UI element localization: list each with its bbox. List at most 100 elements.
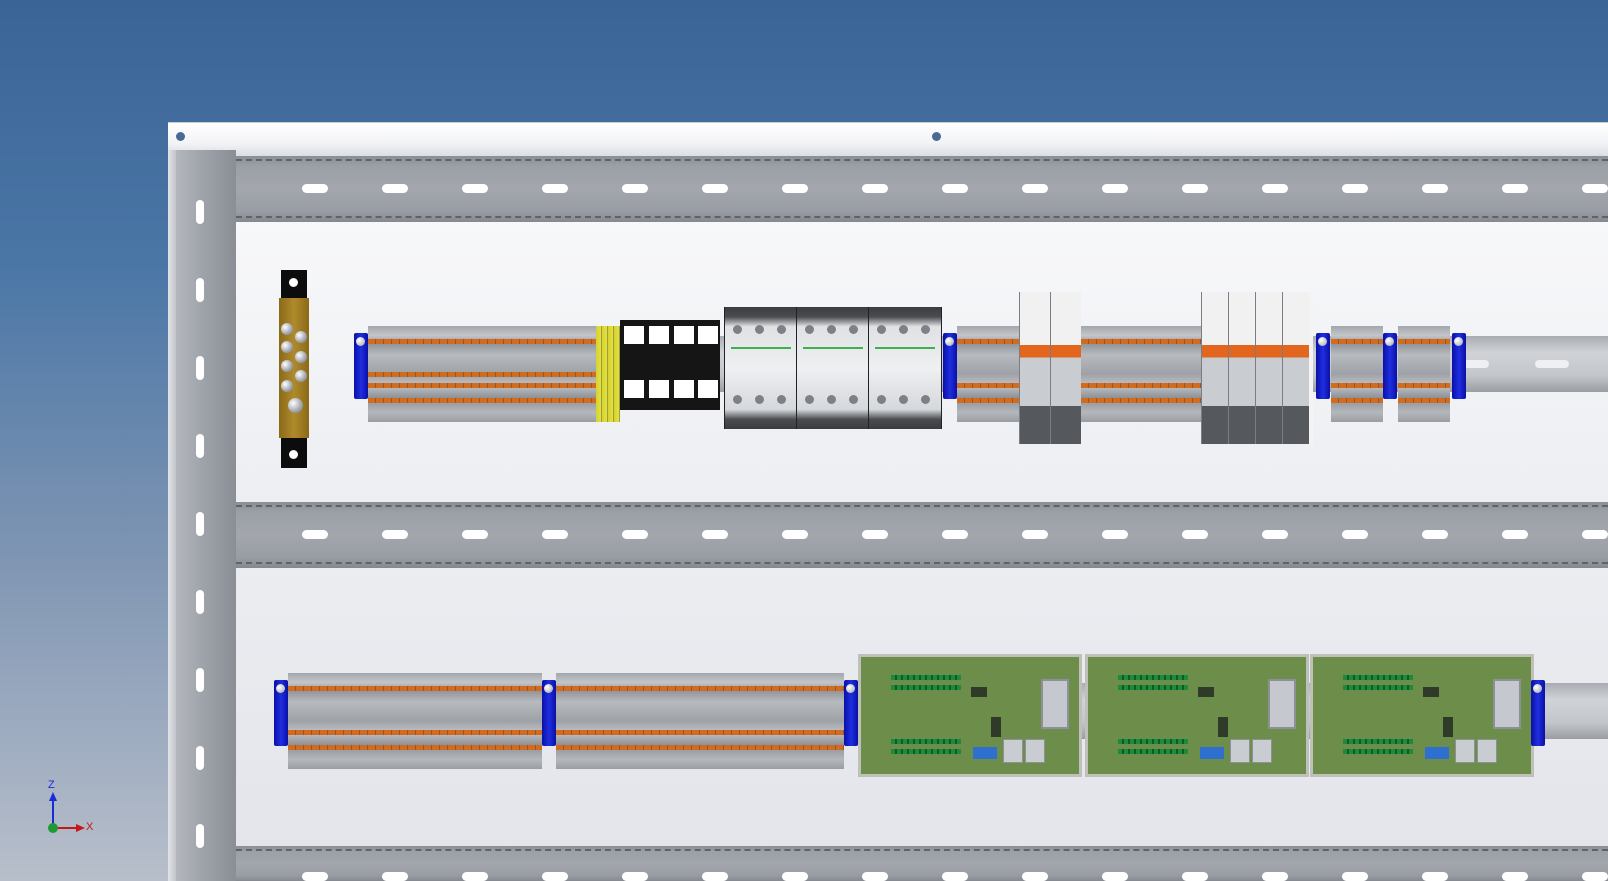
- end-stop-left[interactable]: [354, 333, 368, 399]
- slot-icon: [1502, 184, 1528, 193]
- relay-icon: [1019, 292, 1050, 444]
- terminal-row: [368, 339, 596, 344]
- pcb-icon: [891, 675, 961, 680]
- terminal-block-group-2[interactable]: [957, 326, 1019, 422]
- end-stop[interactable]: [943, 333, 957, 399]
- slot-icon: [1582, 184, 1608, 193]
- slot-icon: [1262, 530, 1288, 539]
- end-stop-right[interactable]: [1531, 680, 1545, 746]
- contactor-1[interactable]: [724, 307, 798, 429]
- terminal-screw-icon: [805, 395, 814, 404]
- terminal-block-group-5[interactable]: [1398, 326, 1450, 422]
- screw-icon: [1318, 337, 1327, 346]
- slot-icon: [782, 530, 808, 539]
- io-board-2[interactable]: [1085, 654, 1309, 777]
- flange-hole-icon: [176, 132, 185, 141]
- slot-icon: [1342, 530, 1368, 539]
- slot-icon: [382, 872, 408, 881]
- terminal-block-group-3[interactable]: [1081, 326, 1201, 422]
- slot-icon: [942, 184, 968, 193]
- rail-seam: [236, 505, 1608, 507]
- slot-icon: [1342, 184, 1368, 193]
- terminal-row: [1118, 739, 1188, 744]
- slot-icon: [1422, 872, 1448, 881]
- slot-icon: [1262, 872, 1288, 881]
- slot-icon: [302, 184, 328, 193]
- slot-icon: [1502, 530, 1528, 539]
- slot-icon: [622, 184, 648, 193]
- end-stop[interactable]: [1316, 333, 1330, 399]
- pcb-icon: [1343, 675, 1413, 680]
- x-axis-label: X: [86, 821, 94, 833]
- slot-icon: [1102, 530, 1128, 539]
- terminal-screw-icon: [899, 325, 908, 334]
- terminal-row: [1398, 383, 1450, 388]
- fuse-holder-icon: [674, 380, 694, 398]
- io-board-3[interactable]: [1310, 654, 1534, 777]
- relay-icon: [1255, 292, 1282, 444]
- fuse-holder-block[interactable]: [620, 320, 720, 410]
- relay-group-2[interactable]: [1201, 292, 1313, 444]
- terminal-row: [1118, 749, 1188, 754]
- screw-icon: [295, 370, 307, 382]
- fuse-holder-icon: [674, 326, 694, 344]
- screw-icon: [295, 351, 307, 363]
- slot-icon: [1102, 872, 1128, 881]
- terminal-row: [288, 686, 542, 691]
- busbar-icon: [279, 298, 309, 438]
- slot-icon: [1022, 530, 1048, 539]
- terminal-screw-icon: [877, 395, 886, 404]
- screw-icon: [281, 360, 293, 372]
- slot-icon: [862, 530, 888, 539]
- chip-icon: [1423, 687, 1439, 697]
- slot-icon: [196, 746, 204, 770]
- mount-hole-icon: [289, 450, 298, 459]
- terminal-screw-icon: [921, 395, 930, 404]
- terminal-row: [1343, 749, 1413, 754]
- pe-terminal-block[interactable]: [596, 326, 620, 422]
- contactor-3[interactable]: [868, 307, 942, 429]
- terminal-screw-icon: [777, 325, 786, 334]
- terminal-row: [1398, 339, 1450, 344]
- end-stop[interactable]: [844, 680, 858, 746]
- slot-icon: [542, 872, 568, 881]
- contactor-icon: [803, 347, 863, 349]
- slot-icon: [782, 872, 808, 881]
- slot-icon: [462, 530, 488, 539]
- contactor-2[interactable]: [796, 307, 870, 429]
- radio-module-icon: [1493, 679, 1521, 729]
- io-board-1[interactable]: [858, 654, 1082, 777]
- slot-icon: [622, 872, 648, 881]
- terminal-screw-icon: [733, 325, 742, 334]
- terminal-screw-icon: [755, 325, 764, 334]
- slot-icon: [1582, 872, 1608, 881]
- slot-icon: [1022, 872, 1048, 881]
- terminal-block-group-1[interactable]: [368, 326, 596, 422]
- terminal-screw-icon: [849, 395, 858, 404]
- terminal-block-group-4[interactable]: [1331, 326, 1383, 422]
- terminal-row: [1331, 339, 1383, 344]
- frame-rail-bottom: [236, 846, 1608, 881]
- end-stop-right[interactable]: [1452, 333, 1466, 399]
- terminal-row: [1343, 739, 1413, 744]
- rj45-port-icon: [1455, 739, 1475, 763]
- screw-icon: [945, 337, 954, 346]
- end-stop[interactable]: [542, 680, 556, 746]
- terminal-row: [1081, 383, 1201, 388]
- contactor-icon: [731, 347, 791, 349]
- relay-group-1[interactable]: [1019, 292, 1081, 444]
- ground-busbar[interactable]: [279, 270, 309, 468]
- end-stop-left[interactable]: [274, 680, 288, 746]
- terminal-row: [891, 685, 961, 690]
- slot-icon: [1022, 184, 1048, 193]
- terminal-screw-icon: [755, 395, 764, 404]
- terminal-screw-icon: [777, 395, 786, 404]
- ground-screw-icon: [288, 398, 303, 413]
- terminal-row: [368, 372, 596, 377]
- slot-icon: [196, 512, 204, 536]
- terminal-block-group-6[interactable]: [288, 673, 542, 769]
- slot-icon: [542, 530, 568, 539]
- end-stop[interactable]: [1383, 333, 1397, 399]
- busbar-end-cap: [281, 438, 307, 468]
- terminal-block-group-7[interactable]: [556, 673, 844, 769]
